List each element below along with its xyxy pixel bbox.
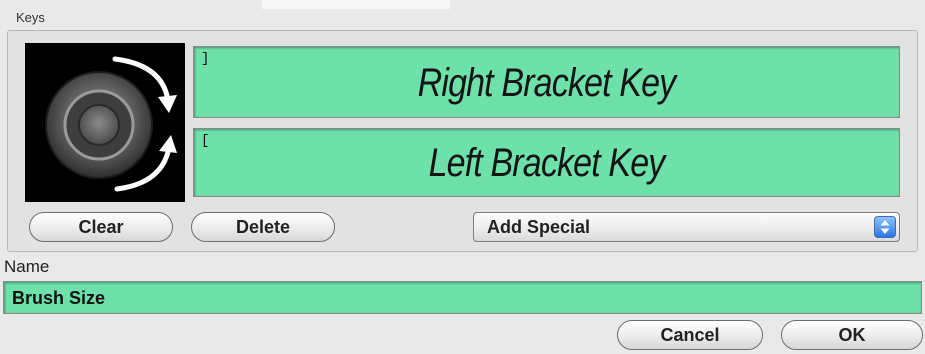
clear-button[interactable]: Clear [29, 212, 173, 242]
name-input[interactable]: Brush Size [3, 281, 922, 314]
keys-group-label: Keys [16, 10, 45, 25]
add-special-select[interactable]: Add Special [473, 212, 900, 242]
right-key-name: Right Bracket Key [417, 61, 677, 105]
left-bracket-key-field[interactable]: [ Left Bracket Key [193, 128, 900, 197]
cancel-button[interactable]: Cancel [617, 320, 763, 350]
name-value: Brush Size [12, 288, 106, 308]
top-tab-highlight [262, 0, 450, 9]
right-key-char: ] [201, 51, 210, 67]
delete-button[interactable]: Delete [191, 212, 335, 242]
name-label: Name [4, 257, 50, 276]
ok-button[interactable]: OK [781, 320, 923, 350]
up-down-arrows-icon[interactable] [874, 216, 896, 238]
touch-ring-dial-icon [25, 43, 185, 202]
left-key-name: Left Bracket Key [428, 141, 666, 185]
add-special-label: Add Special [487, 217, 591, 237]
left-key-char: [ [201, 133, 210, 149]
right-bracket-key-field[interactable]: ] Right Bracket Key [193, 46, 900, 118]
